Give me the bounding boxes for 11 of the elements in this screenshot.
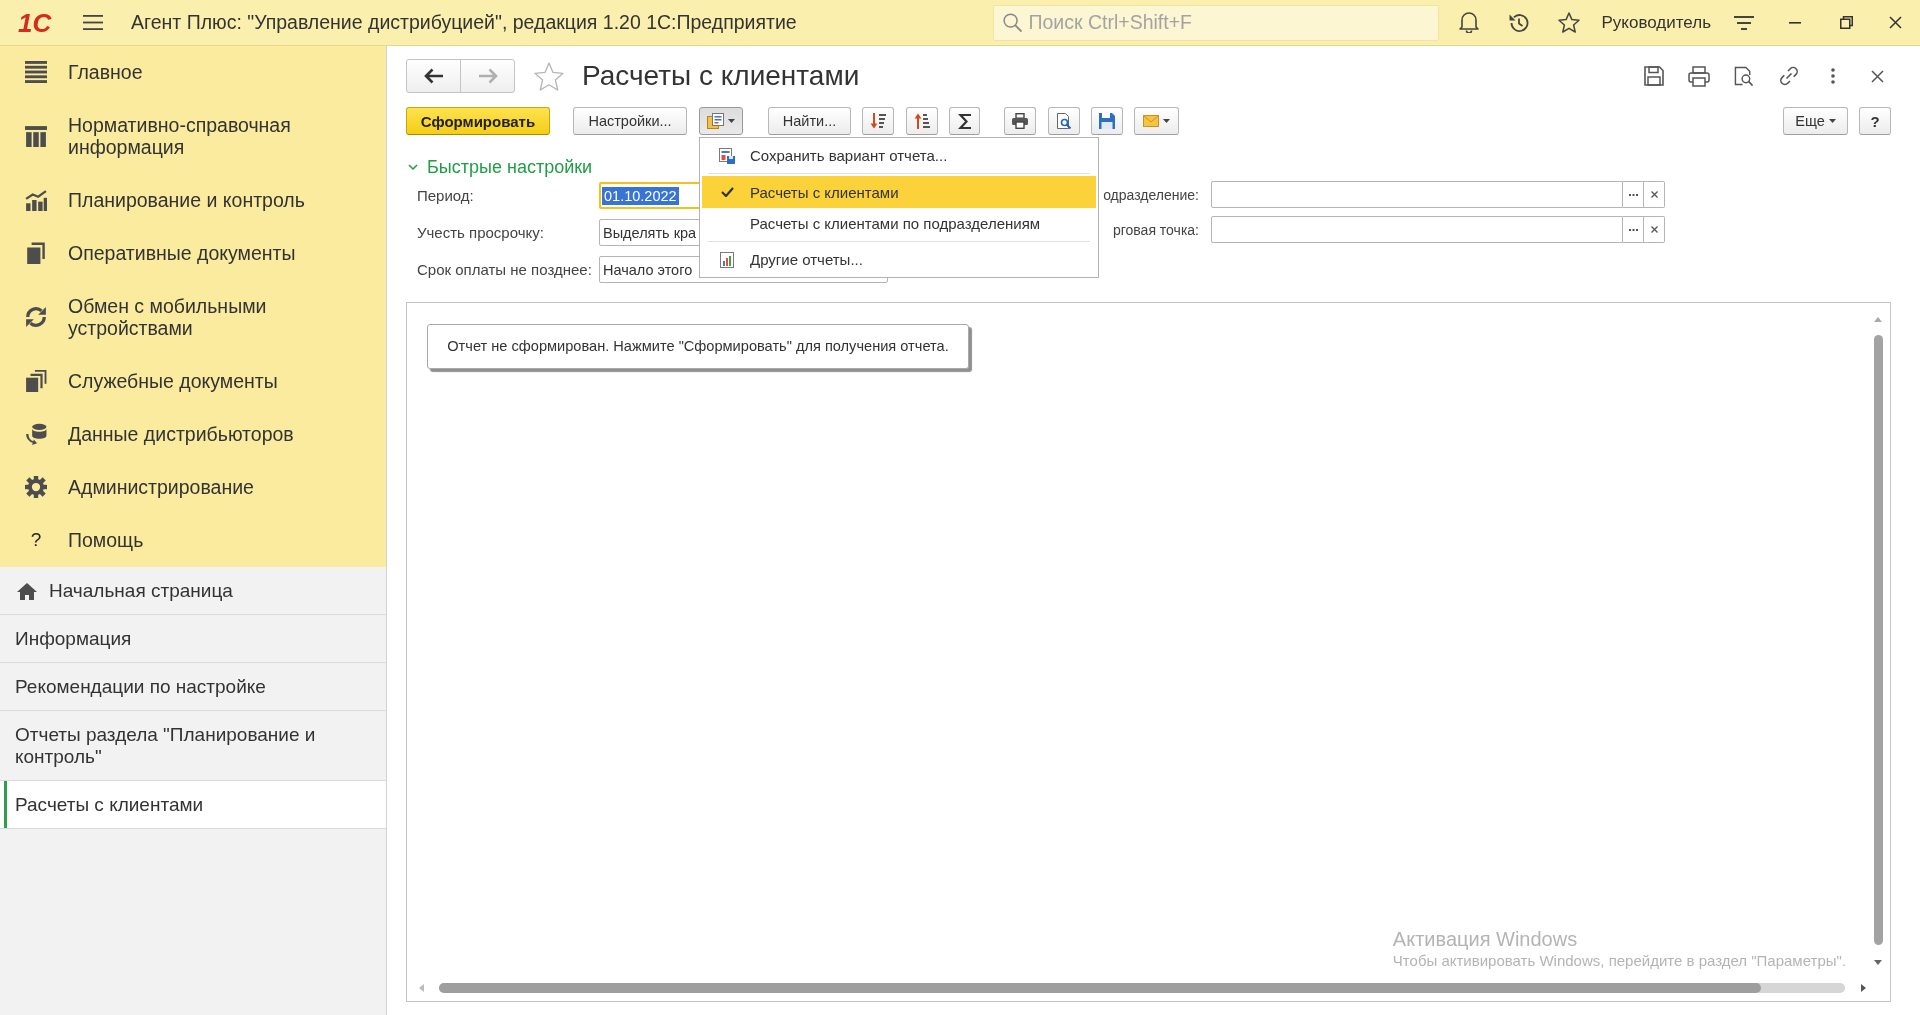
form-title: Расчеты с клиентами <box>582 59 861 93</box>
help-icon: ? <box>25 529 47 551</box>
field-label: рговая точка: <box>1111 221 1199 238</box>
watermark-text: Чтобы активировать Windows, перейдите в раздел "Параметры". <box>1392 951 1846 971</box>
logo: 1С <box>18 7 53 38</box>
field-label: одразделение: <box>1102 186 1199 203</box>
watermark-title: Активация Windows <box>1392 927 1579 951</box>
field-label: Срок оплаты не позднее: <box>417 261 593 278</box>
window-title: Агент Плюс: "Управление дистрибуцией", редакция 1.20 1С:Предприятие <box>131 11 798 34</box>
field-label: Период: <box>417 187 475 204</box>
field-label: Учесть просрочку: <box>417 224 545 241</box>
